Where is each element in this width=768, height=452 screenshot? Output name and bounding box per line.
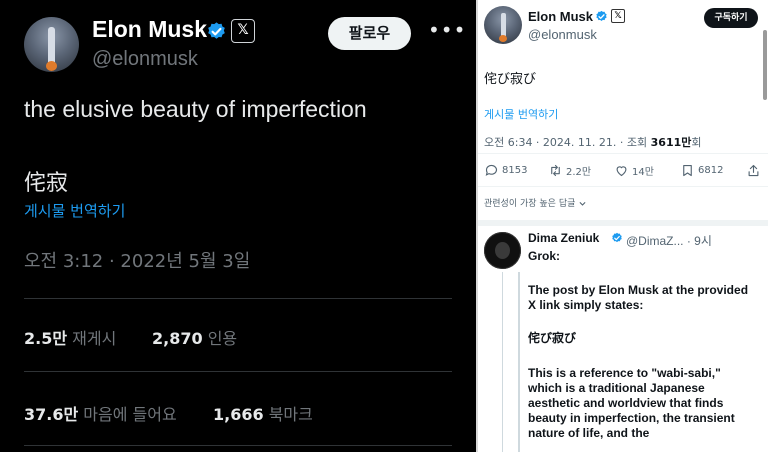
right-tweet-panel: Elon Musk 𝕏 @elonmusk 구독하기 侘び寂び 게시물 번역하기… [478,0,768,452]
rocket-icon [48,27,55,63]
bookmark-count: 6812 [698,164,724,176]
divider [24,298,452,299]
repost-icon [551,164,560,176]
like-count[interactable]: 37.6만 마음에 들어요 [24,401,177,425]
view-count: 3611만 [650,136,692,149]
like-icon [616,165,627,176]
bookmark-count[interactable]: 1,666 북마크 [213,401,313,425]
stat-value: 1,666 [213,405,264,424]
repost-count: 2.2만 [566,166,592,178]
view-suffix: 회 [691,136,702,149]
avatar[interactable] [484,6,522,44]
action-bar: 8153 2.2만 14만 6812 [484,161,764,179]
bookmark-button[interactable]: 6812 [680,161,723,179]
divider [24,445,452,446]
tweet-text: the elusive beauty of imperfection [24,96,367,122]
tweet-timestamp[interactable]: 오전 3:12 · 2022년 5월 3일 [24,247,250,273]
reply-grok-label: Grok: [528,249,561,263]
verified-badge-icon[interactable] [206,21,227,42]
stat-label: 마음에 들어요 [83,405,177,424]
follow-button[interactable]: 팔로우 [328,17,411,50]
reply-avatar[interactable] [484,232,521,269]
subscribe-button[interactable]: 구독하기 [704,8,758,28]
like-button[interactable]: 14만 [614,161,654,179]
sort-label: 관련성이 가장 높은 답글 [484,199,576,209]
tweet-timestamp[interactable]: 오전 6:34 · 2024. 11. 21. · 조회 3611만회 [484,134,702,150]
timestamp-text: 오전 6:34 · 2024. 11. 21. · 조회 [484,136,651,149]
quote-count[interactable]: 2,870 인용 [152,325,237,349]
share-icon [748,164,759,176]
stat-label: 재게시 [72,329,117,348]
flame-icon [46,61,57,71]
translate-link[interactable]: 게시물 번역하기 [484,106,558,122]
rocket-icon [501,13,506,37]
quote-bar [518,272,520,452]
scrollbar[interactable] [763,30,767,100]
stat-label: 인용 [207,329,238,348]
reply-icon [485,164,498,176]
x-logo-icon: 𝕏 [611,9,625,23]
reply-paragraph: The post by Elon Musk at the provided X … [528,283,749,312]
author-name[interactable]: Elon Musk [92,16,207,43]
left-tweet-panel: Elon Musk 𝕏 @elonmusk 팔로우 ••• the elusiv… [0,0,476,452]
chevron-down-icon [579,201,586,206]
stat-label: 북마크 [268,405,313,424]
reply-author-handle[interactable]: @DimaZ... · 9시 [626,232,712,249]
x-logo-icon: 𝕏 [231,19,255,43]
author-handle[interactable]: @elonmusk [528,27,597,42]
translate-link[interactable]: 게시물 번역하기 [24,200,125,221]
tweet-kanji: 侘び寂び [484,72,537,87]
repost-button[interactable]: 2.2만 [548,161,591,179]
verified-badge-icon[interactable] [611,232,623,244]
divider [478,186,768,187]
stat-value: 2.5만 [24,329,68,348]
divider [24,371,452,372]
more-icon[interactable]: ••• [428,18,466,42]
repost-count[interactable]: 2.5만 재게시 [24,325,116,349]
face-icon [495,242,510,259]
tweet-kanji: 侘寂 [24,171,69,196]
stat-value: 37.6만 [24,405,79,424]
section-separator [478,220,768,226]
author-name[interactable]: Elon Musk [528,9,593,24]
stat-value: 2,870 [152,329,203,348]
reply-paragraph: This is a reference to "wabi-sabi," whic… [528,366,735,440]
like-count: 14만 [632,166,654,178]
divider [478,153,768,154]
reply-button[interactable]: 8153 [484,161,527,179]
bookmark-icon [683,164,692,176]
avatar[interactable] [24,17,79,72]
author-handle[interactable]: @elonmusk [92,48,198,71]
reply-author-name[interactable]: Dima Zeniuk [528,231,599,245]
share-button[interactable] [746,161,761,179]
reply-paragraph-kanji: 侘び寂び [528,331,577,345]
verified-badge-icon[interactable] [595,10,608,23]
flame-icon [499,35,507,42]
thread-line [502,272,503,452]
reply-count: 8153 [502,164,528,176]
reply-sort-dropdown[interactable]: 관련성이 가장 높은 답글 [484,196,587,209]
